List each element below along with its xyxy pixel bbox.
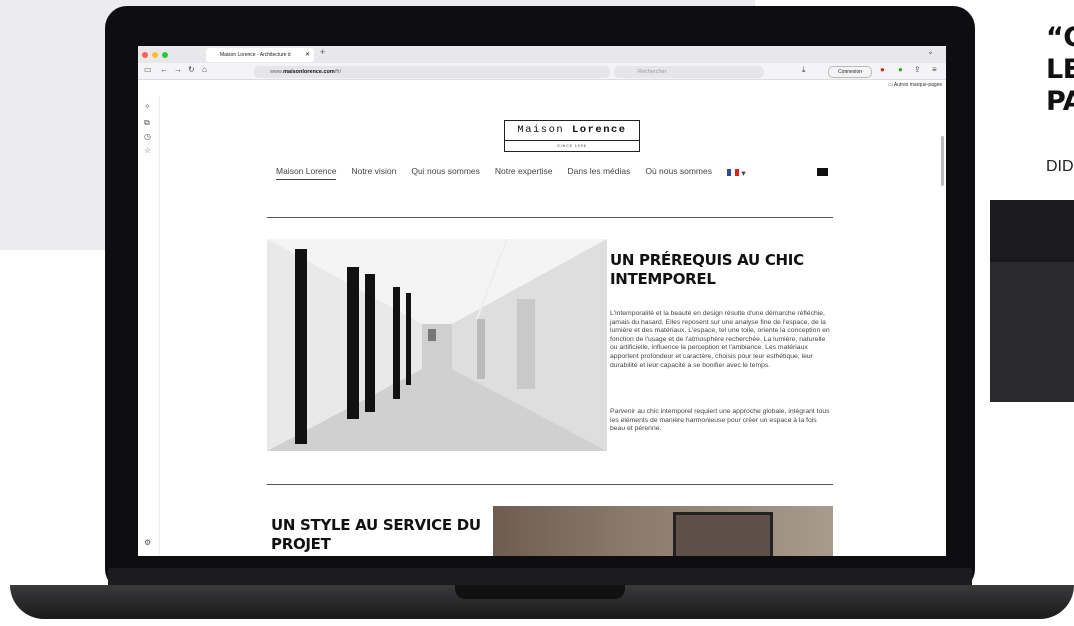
logo-since: SINCE 1996 [557,144,587,148]
mail-icon[interactable] [817,168,828,176]
nav-item-dans-les-medias[interactable]: Dans les médias [568,166,631,180]
tab-bar: Maison Lorence - Architecture d ✕ + ⌄ [138,46,946,63]
extension-icon-2[interactable]: ● [898,65,903,74]
minimize-window-button[interactable] [152,51,158,58]
section-title-2: UN STYLE AU SERVICE DU PROJET [271,516,481,553]
url-bar[interactable]: www.maisonlorence.com/fr/ [254,66,610,78]
history-icon[interactable]: ◷ [144,132,151,141]
dark-block-lower [990,262,1074,402]
toolbar: ▭ ← → ↻ ⌂ www.maisonlorence.com/fr/ Rech… [138,63,946,80]
quote-author: DID [1046,158,1074,175]
reload-icon[interactable]: ↻ [188,65,195,74]
url-domain: maisonlorence.com [283,69,335,75]
forward-icon[interactable]: → [174,65,182,74]
section-title: UN PRÉREQUIS AU CHIC INTEMPOREL [610,251,804,288]
connexion-button[interactable]: Connexion [828,66,872,78]
close-icon[interactable]: ✕ [305,48,310,62]
chevron-down-icon: ▾ [741,168,746,178]
share-icon[interactable]: ⇪ [914,65,921,74]
nav-item-notre-expertise[interactable]: Notre expertise [495,166,553,180]
nav-item-notre-vision[interactable]: Notre vision [351,166,396,180]
site-nav: Maison Lorence Notre vision Qui nous som… [276,166,746,180]
ai-icon[interactable]: ✧ [144,102,151,111]
scene: “C LE PA DID Maison Lorence - Architectu… [0,0,1074,626]
sync-icon[interactable]: ⧉ [144,118,150,128]
tab-active[interactable]: Maison Lorence - Architecture d ✕ [206,48,314,62]
divider [267,484,833,485]
dark-block [990,200,1074,262]
browser-sidebar: ✧ ⧉ ◷ ☆ ⚙ [138,96,160,556]
section-paragraph-2: Parvenir au chic intemporel requiert une… [610,408,830,433]
laptop-hinge [108,568,972,586]
close-window-button[interactable] [142,51,148,58]
nav-item-ou-nous-sommes[interactable]: Où nous sommes [645,166,712,180]
divider [267,217,833,218]
new-tab-button[interactable]: + [320,47,325,57]
maximize-window-button[interactable] [162,51,168,58]
bookmarks-folder[interactable]: ▭ Autres marque-pages [888,82,942,88]
home-icon[interactable]: ⌂ [202,65,207,74]
logo-divider [505,140,639,141]
connexion-label: Connexion [838,69,862,75]
quote-headline: “C LE PA [1046,22,1074,117]
back-icon[interactable]: ← [160,65,168,74]
browser-window: Maison Lorence - Architecture d ✕ + ⌄ ▭ … [138,46,946,556]
bookmark-icon[interactable]: ☆ [144,146,151,155]
nav-item-qui-nous-sommes[interactable]: Qui nous sommes [411,166,480,180]
search-input[interactable]: Rechercher [614,66,764,78]
extension-icon[interactable]: ● [880,65,885,74]
tab-title: Maison Lorence - Architecture d [220,52,291,58]
hallway-photo [267,239,607,451]
section-paragraph: L'intemporalité et la beauté en design r… [610,310,830,369]
interior-photo [493,506,833,556]
download-icon[interactable]: ⤓ [802,65,806,75]
url-prefix: www. [270,69,284,75]
logo-bold: Lorence [572,124,627,136]
language-selector[interactable]: ▾ [726,166,746,180]
laptop-notch [455,585,625,599]
site-logo[interactable]: Maison Lorence SINCE 1996 [504,120,640,152]
logo-text: Maison Lorence [505,124,639,136]
search-placeholder: Rechercher [638,69,667,75]
menu-icon[interactable]: ≡ [932,65,937,74]
chevron-down-icon[interactable]: ⌄ [927,47,934,56]
bookmarks-label: Autres marque-pages [893,82,942,88]
scrollbar[interactable] [941,136,944,186]
url-path: /fr/ [334,69,342,75]
logo-light: Maison [517,124,572,136]
settings-icon[interactable]: ⚙ [144,538,151,547]
sidebar-toggle-icon[interactable]: ▭ [144,65,152,74]
mirror-shape [673,512,773,556]
nav-item-maison-lorence[interactable]: Maison Lorence [276,166,337,180]
flag-fr-icon [726,169,739,176]
web-page: Maison Lorence SINCE 1996 Maison Lorence… [160,96,946,556]
